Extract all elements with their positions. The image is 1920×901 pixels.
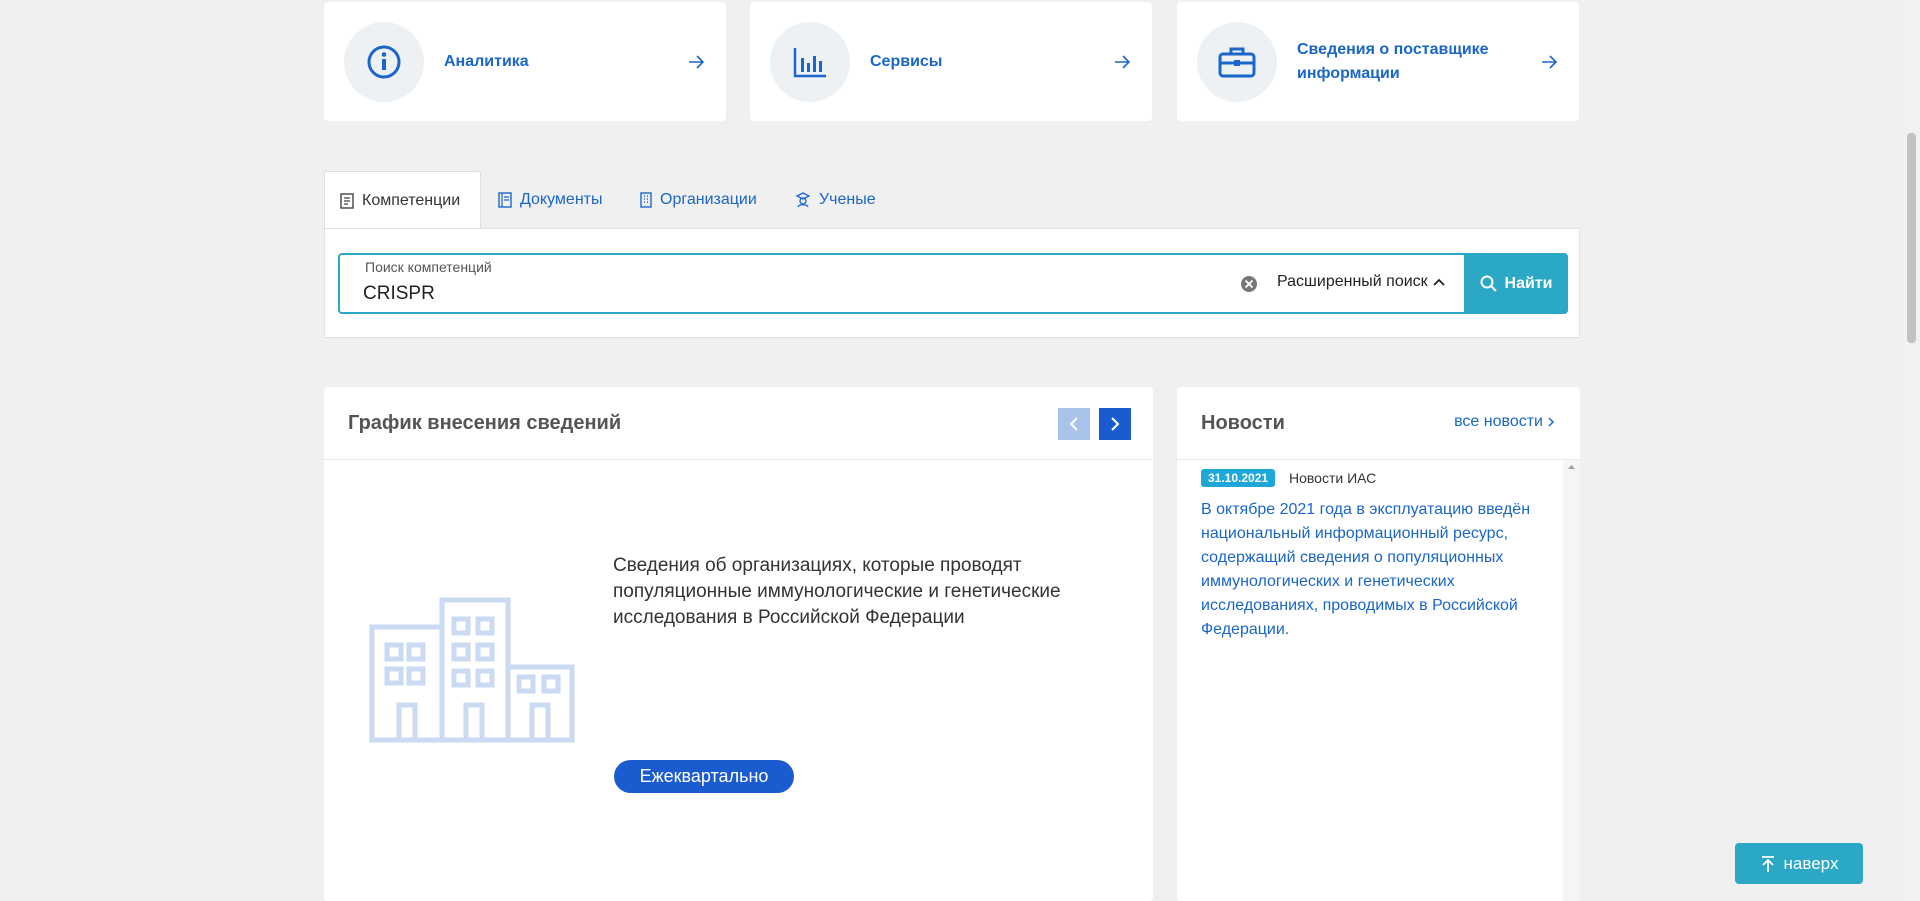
chevron-up-icon	[1433, 278, 1445, 286]
scientist-icon	[795, 191, 811, 207]
document-icon	[340, 192, 354, 209]
news-header: Новости все новости	[1177, 387, 1580, 460]
scroll-top-button[interactable]: наверх	[1735, 843, 1863, 884]
tab-organizations[interactable]: Организации	[640, 171, 757, 228]
card-provider-info[interactable]: Сведения о поставщике информации	[1177, 2, 1579, 121]
chevron-right-icon	[1111, 417, 1120, 431]
book-icon	[498, 191, 512, 208]
all-news-label: все новости	[1454, 413, 1543, 430]
arrow-up-icon	[1761, 855, 1774, 872]
search-label: Поиск компетенций	[365, 259, 492, 275]
advanced-search-toggle[interactable]: Расширенный поиск	[1277, 273, 1446, 291]
card-services[interactable]: Сервисы	[750, 2, 1152, 121]
search-tabs: Компетенции Документы Организации Ученые	[324, 171, 1580, 229]
chevron-left-icon	[1069, 417, 1078, 431]
chevron-right-icon	[1548, 417, 1555, 427]
all-news-link[interactable]: все новости	[1454, 413, 1556, 431]
arrow-right-icon	[689, 54, 705, 69]
search-icon	[1480, 275, 1497, 292]
news-scrollbar[interactable]	[1563, 460, 1580, 901]
find-button-label: Найти	[1504, 274, 1553, 292]
tab-documents[interactable]: Документы	[498, 171, 602, 228]
schedule-panel: График внесения сведений Сведения об орг…	[324, 387, 1153, 901]
bar-chart-icon	[770, 21, 850, 102]
prev-button[interactable]	[1058, 408, 1090, 440]
scroll-top-label: наверх	[1783, 853, 1839, 873]
news-category: Новости ИАС	[1289, 470, 1377, 486]
tab-competencies[interactable]: Компетенции	[324, 171, 481, 229]
tab-scientists[interactable]: Ученые	[795, 171, 876, 228]
news-title: Новости	[1201, 411, 1285, 434]
building-icon	[640, 191, 652, 208]
page-scrollbar-thumb[interactable]	[1907, 133, 1916, 343]
card-title: Сервисы	[870, 52, 943, 70]
arrow-right-icon	[1542, 54, 1558, 69]
advanced-search-label: Расширенный поиск	[1277, 273, 1428, 290]
schedule-description: Сведения об организациях, которые провод…	[613, 555, 1061, 628]
search-panel: Поиск компетенций Расширенный поиск Найт…	[324, 228, 1580, 338]
scroll-up-arrow-icon[interactable]	[1563, 461, 1580, 473]
page-scrollbar[interactable]	[1903, 0, 1920, 901]
news-date-badge: 31.10.2021	[1201, 469, 1276, 487]
find-button[interactable]: Найти	[1464, 253, 1568, 314]
card-title: Аналитика	[444, 52, 529, 70]
next-button[interactable]	[1099, 408, 1131, 440]
news-panel: Новости все новости 31.10.2021 Новости И…	[1177, 387, 1580, 901]
search-input[interactable]	[363, 283, 1243, 305]
search-box: Поиск компетенций Расширенный поиск Найт…	[338, 253, 1568, 314]
arrow-right-icon	[1115, 54, 1131, 69]
tab-label: Документы	[520, 190, 603, 208]
news-item-link[interactable]: В октябре 2021 года в эксплуатацию введё…	[1201, 498, 1541, 642]
card-analytics[interactable]: Аналитика	[324, 2, 726, 121]
tab-label: Компетенции	[362, 191, 461, 209]
news-list: 31.10.2021 Новости ИАС В октябре 2021 го…	[1177, 460, 1563, 901]
info-icon	[344, 21, 424, 102]
clear-icon[interactable]	[1240, 275, 1258, 293]
briefcase-icon	[1197, 21, 1277, 102]
schedule-header: График внесения сведений	[324, 387, 1153, 460]
frequency-badge: Ежеквартально	[614, 760, 794, 793]
tab-label: Ученые	[819, 190, 876, 208]
tab-label: Организации	[660, 190, 757, 208]
card-title: Сведения о поставщике информации	[1297, 40, 1489, 82]
schedule-title: График внесения сведений	[348, 411, 622, 434]
organizations-building-icon	[369, 597, 575, 743]
